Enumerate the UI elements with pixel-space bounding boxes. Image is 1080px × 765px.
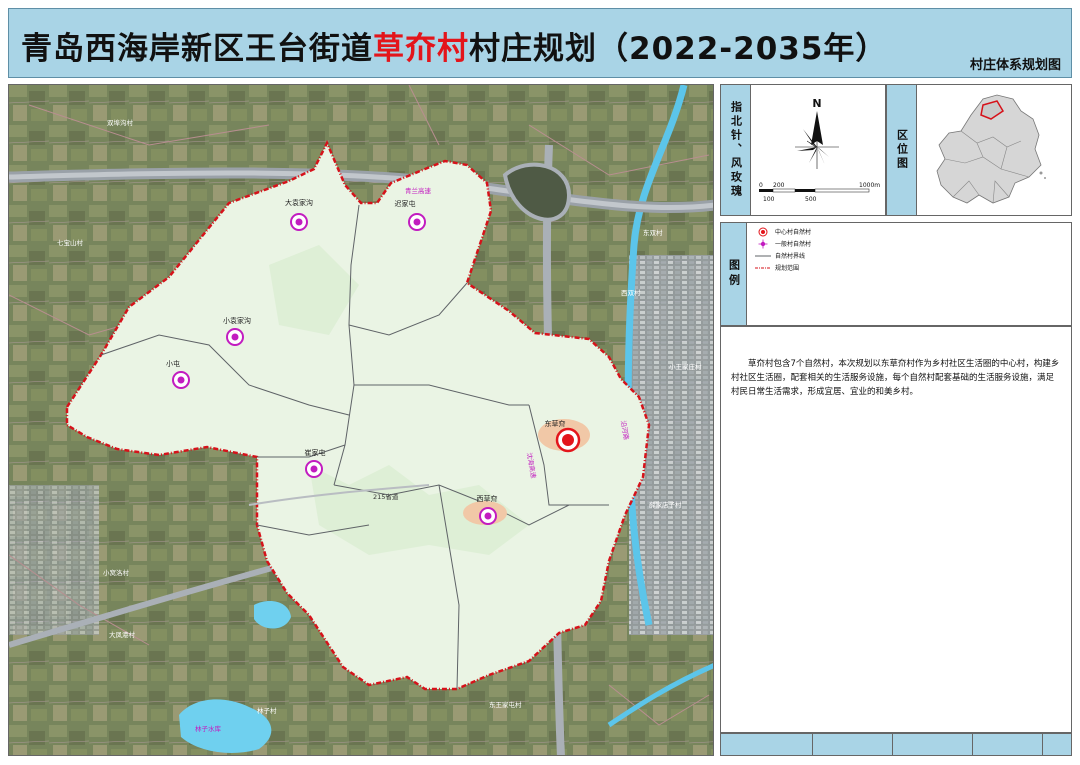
urban-area-west: [9, 485, 99, 635]
svg-text:东王家屯村: 东王家屯村: [489, 700, 522, 709]
location-map-label: 区位图: [887, 85, 917, 215]
road-label-qinglan: 青兰高速: [405, 186, 432, 195]
footer-bar: [720, 733, 1072, 756]
svg-text:大凤港村: 大凤港村: [109, 630, 136, 639]
north-arrow-wind-rose: N 0 200 1000m 100 500: [759, 97, 880, 203]
svg-text:东双村: 东双村: [643, 228, 663, 237]
map-subtitle: 村庄体系规划图: [969, 58, 1061, 73]
svg-text:小窝洛村: 小窝洛村: [103, 568, 130, 577]
legend-panel: 图例 中心村自然村 一般村自然村 自然村界线 规划范围: [720, 222, 1072, 326]
legend-label: 图例: [721, 223, 747, 325]
svg-text:小屯: 小屯: [166, 359, 180, 368]
compass-panel: 指北针、风玫瑰 N 0 200 1000m 100 500: [720, 84, 886, 216]
road-label-215: 215省道: [373, 492, 399, 501]
svg-text:东草夼: 东草夼: [545, 419, 566, 428]
svg-text:0: 0: [759, 182, 763, 189]
legend-item-central: 中心村自然村: [755, 227, 811, 236]
svg-text:500: 500: [805, 196, 817, 203]
title-bar: 青岛西海岸新区王台街道草夼村村庄规划（2022-2035年） 村庄体系规划图: [8, 8, 1072, 78]
svg-text:小王家庄村: 小王家庄村: [669, 362, 702, 371]
svg-text:薛家店子村: 薛家店子村: [649, 500, 682, 509]
map-view[interactable]: 大袁家沟 迟家屯 小袁家沟 小屯 崔家屯 东草夼 西草夼 青兰高速 215省道 …: [8, 84, 714, 756]
svg-text:200: 200: [773, 182, 785, 189]
svg-text:西草夼: 西草夼: [477, 494, 498, 503]
description-panel: 草夼村包含7个自然村，本次规划以东草夼村作为乡村社区生活圈的中心村，构建乡村社区…: [720, 326, 1072, 733]
compass-label: 指北针、风玫瑰: [721, 85, 751, 215]
legend-item-planning-boundary: 规划范围: [755, 263, 799, 272]
north-label: N: [812, 97, 821, 110]
svg-text:100: 100: [763, 196, 775, 203]
svg-text:1000m: 1000m: [859, 182, 880, 189]
svg-text:大袁家沟: 大袁家沟: [285, 198, 313, 207]
general-village-icon: [755, 239, 771, 248]
legend-item-village-boundary: 自然村界线: [755, 251, 805, 260]
svg-text:林子村: 林子村: [257, 706, 277, 715]
svg-text:双埠沟村: 双埠沟村: [107, 118, 134, 127]
planning-boundary-icon: [755, 264, 771, 272]
svg-text:七宝山村: 七宝山村: [57, 238, 84, 247]
water-label: 林子水库: [195, 724, 222, 733]
map-title: 青岛西海岸新区王台街道草夼村村庄规划（2022-2035年）: [21, 31, 888, 67]
scale-bar: 0 200 1000m 100 500: [759, 182, 880, 203]
svg-text:西双村: 西双村: [621, 288, 641, 297]
village-name-highlight: 草夼村: [373, 31, 469, 67]
village-boundary-icon: [755, 252, 771, 260]
location-map: [936, 94, 1046, 204]
location-map-panel: 区位图: [886, 84, 1072, 216]
central-village-icon: [755, 227, 771, 236]
wind-rose-icon: [795, 125, 839, 169]
legend-item-general: 一般村自然村: [755, 239, 811, 248]
map-canvas: 大袁家沟 迟家屯 小袁家沟 小屯 崔家屯 东草夼 西草夼 青兰高速 215省道 …: [9, 85, 713, 755]
svg-text:迟家屯: 迟家屯: [395, 199, 416, 208]
svg-text:小袁家沟: 小袁家沟: [223, 316, 251, 325]
plan-description: 草夼村包含7个自然村，本次规划以东草夼村作为乡村社区生活圈的中心村，构建乡村社区…: [731, 359, 1060, 397]
svg-text:崔家屯: 崔家屯: [305, 448, 326, 457]
